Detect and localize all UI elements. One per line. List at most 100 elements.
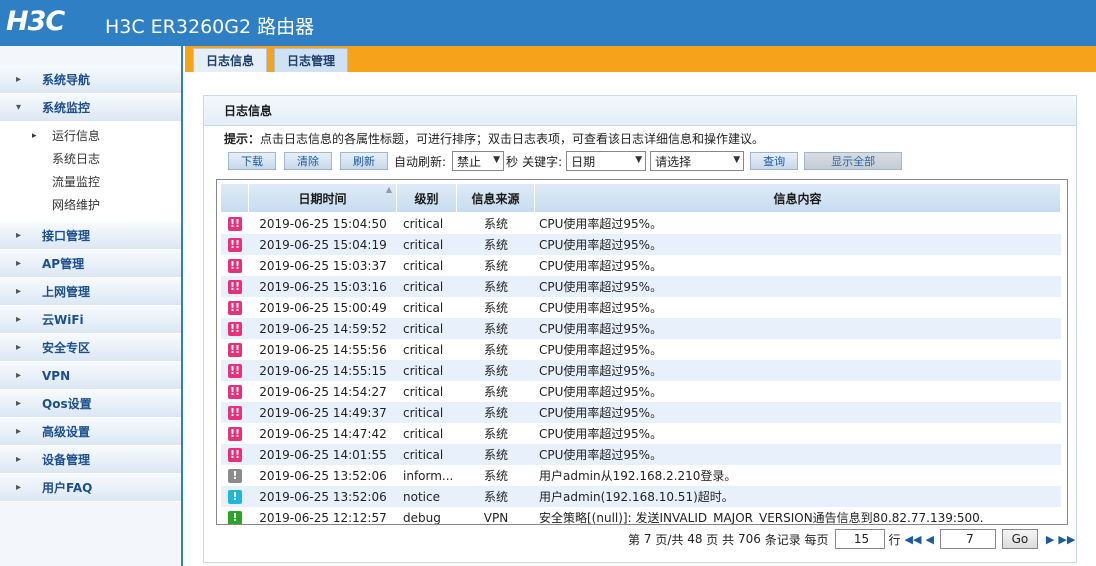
show-all-button[interactable]: 显示全部 — [804, 152, 903, 170]
sidebar-subitem-network-maintenance[interactable]: 网络维护 — [0, 193, 181, 216]
level-cell: critical — [403, 384, 444, 399]
refresh-button[interactable]: 刷新 — [340, 152, 388, 170]
sidebar-item-ap[interactable]: ▸ AP管理 — [0, 250, 181, 278]
severity-critical-icon: !! — [228, 321, 242, 336]
level-cell: critical — [403, 405, 444, 420]
source-cell: 系统 — [483, 427, 508, 441]
total-pages: 48 — [687, 532, 703, 546]
sidebar-item-qos[interactable]: ▸ Qos设置 — [0, 390, 181, 418]
auto-refresh-select[interactable]: 禁止 ▼ — [452, 151, 505, 171]
sidebar-item-faq[interactable]: ▸ 用户FAQ — [0, 474, 181, 502]
table-row[interactable]: !! 2019-06-25 14:55:56 critical 系统 CPU使用率超过9… — [221, 339, 1061, 360]
column-header-content[interactable]: 信息内容 — [535, 184, 1061, 212]
datetime-cell: 2019-06-25 15:00:49 — [259, 300, 387, 315]
table-row[interactable]: !! 2019-06-25 14:47:42 critical 系统 CPU使用率超过9… — [221, 423, 1061, 444]
next-page-icon[interactable]: ▶ — [1046, 533, 1054, 546]
log-table[interactable]: 日期时间 ▲ 级别 信息来源 信息内容 !! 2019-06-25 15:04:5… — [216, 179, 1068, 525]
last-page-icon[interactable]: ▶▶ — [1058, 533, 1075, 546]
source-cell: 系统 — [483, 238, 508, 252]
first-page-icon[interactable]: ◀◀ — [905, 533, 922, 546]
content-cell: CPU使用率超过95%。 — [539, 385, 663, 399]
go-button[interactable]: Go — [1001, 529, 1038, 549]
severity-cell: !! — [221, 234, 249, 255]
level-cell: critical — [403, 258, 444, 273]
tab-log-info[interactable]: 日志信息 — [193, 48, 268, 72]
content-cell: CPU使用率超过95%。 — [539, 364, 663, 378]
severity-critical-icon: !! — [228, 405, 242, 420]
content-cell: CPU使用率超过95%。 — [539, 217, 663, 231]
table-row[interactable]: ! 2019-06-25 13:52:06 inform... 系统 用户admin从1… — [221, 465, 1061, 486]
table-row[interactable]: !! 2019-06-25 15:00:49 critical 系统 CPU使用率超过9… — [221, 297, 1061, 318]
prev-page-icon[interactable]: ◀ — [925, 533, 933, 546]
table-row[interactable]: !! 2019-06-25 15:04:19 critical 系统 CPU使用率超过9… — [221, 234, 1061, 255]
chevron-down-icon: ▼ — [635, 155, 643, 165]
chevron-right-icon: ▸ — [16, 314, 22, 325]
source-cell: 系统 — [483, 406, 508, 420]
table-header: 日期时间 ▲ 级别 信息来源 信息内容 — [221, 184, 1061, 213]
sort-icon: ▲ — [385, 185, 392, 194]
table-row[interactable]: !! 2019-06-25 14:59:52 critical 系统 CPU使用率超过9… — [221, 318, 1061, 339]
severity-critical-icon: !! — [228, 279, 242, 294]
severity-cell: !! — [221, 255, 249, 276]
table-row[interactable]: !! 2019-06-25 15:04:50 critical 系统 CPU使用率超过9… — [221, 213, 1061, 234]
tab-bar: 日志信息 日志管理 — [185, 46, 1096, 72]
content-cell: CPU使用率超过95%。 — [539, 427, 663, 441]
severity-cell: ! — [221, 507, 249, 524]
source-cell: 系统 — [483, 385, 508, 399]
datetime-cell: 2019-06-25 14:01:55 — [259, 447, 387, 462]
table-row[interactable]: ! 2019-06-25 13:52:06 notice 系统 用户admin(192.… — [221, 486, 1061, 507]
sidebar-item-vpn[interactable]: ▸ VPN — [0, 362, 181, 390]
sidebar-item-system-monitor[interactable]: ▾ 系统监控 — [0, 94, 181, 122]
sidebar-subitem-traffic-monitor[interactable]: 流量监控 — [0, 170, 181, 193]
severity-inform-icon: ! — [228, 468, 242, 483]
tab-log-management[interactable]: 日志管理 — [274, 48, 349, 72]
app-header: H3C H3C ER3260G2 路由器 — [0, 0, 1096, 46]
download-button[interactable]: 下载 — [228, 152, 276, 170]
keyword-field-select[interactable]: 日期 ▼ — [566, 151, 647, 171]
goto-page-input[interactable]: 7 — [939, 529, 996, 549]
log-panel: 日志信息 提示：点击日志信息的各属性标题，可进行排序；双击日志表项，可查看该日志… — [203, 95, 1077, 563]
level-cell: critical — [403, 216, 444, 231]
clear-button[interactable]: 清除 — [284, 152, 332, 170]
chevron-down-icon: ▼ — [733, 155, 741, 165]
sidebar-subitem-system-log[interactable]: 系统日志 — [0, 147, 181, 170]
keyword-value-select[interactable]: 请选择 ▼ — [650, 151, 745, 171]
sidebar-item-security[interactable]: ▸ 安全专区 — [0, 334, 181, 362]
severity-critical-icon: !! — [228, 237, 242, 252]
sidebar-item-internet[interactable]: ▸ 上网管理 — [0, 278, 181, 306]
query-button[interactable]: 查询 — [750, 152, 799, 170]
sidebar-subitem-run-info[interactable]: ▸ 运行信息 — [0, 124, 181, 147]
table-row[interactable]: !! 2019-06-25 15:03:16 critical 系统 CPU使用率超过9… — [221, 276, 1061, 297]
datetime-cell: 2019-06-25 13:52:06 — [259, 468, 387, 483]
level-cell: debug — [403, 510, 441, 525]
per-page-input[interactable]: 15 — [834, 529, 885, 549]
severity-cell: !! — [221, 381, 249, 402]
table-row[interactable]: !! 2019-06-25 14:55:15 critical 系统 CPU使用率超过9… — [221, 360, 1061, 381]
table-row[interactable]: ! 2019-06-25 12:12:57 debug VPN 安全策略[(null)]… — [221, 507, 1061, 525]
severity-critical-icon: !! — [228, 426, 242, 441]
sidebar-item-device[interactable]: ▸ 设备管理 — [0, 446, 181, 474]
column-header-datetime[interactable]: 日期时间 ▲ — [249, 184, 397, 212]
sidebar-item-advanced[interactable]: ▸ 高级设置 — [0, 418, 181, 446]
chevron-right-icon: ▸ — [16, 258, 22, 269]
table-row[interactable]: !! 2019-06-25 15:03:37 critical 系统 CPU使用率超过9… — [221, 255, 1061, 276]
severity-cell: !! — [221, 402, 249, 423]
severity-cell: !! — [221, 318, 249, 339]
table-row[interactable]: !! 2019-06-25 14:54:27 critical 系统 CPU使用率超过9… — [221, 381, 1061, 402]
datetime-cell: 2019-06-25 15:03:37 — [259, 258, 387, 273]
severity-cell: !! — [221, 276, 249, 297]
table-row[interactable]: !! 2019-06-25 14:01:55 critical 系统 CPU使用率超过9… — [221, 444, 1061, 465]
sidebar-item-interface[interactable]: ▸ 接口管理 — [0, 222, 181, 250]
sidebar-item-system-nav[interactable]: ▸ 系统导航 — [0, 66, 181, 94]
datetime-cell: 2019-06-25 14:55:15 — [259, 363, 387, 378]
column-header-source[interactable]: 信息来源 — [457, 184, 535, 212]
datetime-cell: 2019-06-25 14:55:56 — [259, 342, 387, 357]
source-cell: VPN — [483, 510, 509, 525]
severity-cell: !! — [221, 423, 249, 444]
h3c-logo: H3C — [6, 6, 65, 37]
sidebar-item-cloud-wifi[interactable]: ▸ 云WiFi — [0, 306, 181, 334]
severity-cell: !! — [221, 297, 249, 318]
level-cell: critical — [403, 342, 444, 357]
table-row[interactable]: !! 2019-06-25 14:49:37 critical 系统 CPU使用率超过9… — [221, 402, 1061, 423]
column-header-level[interactable]: 级别 — [397, 184, 457, 212]
